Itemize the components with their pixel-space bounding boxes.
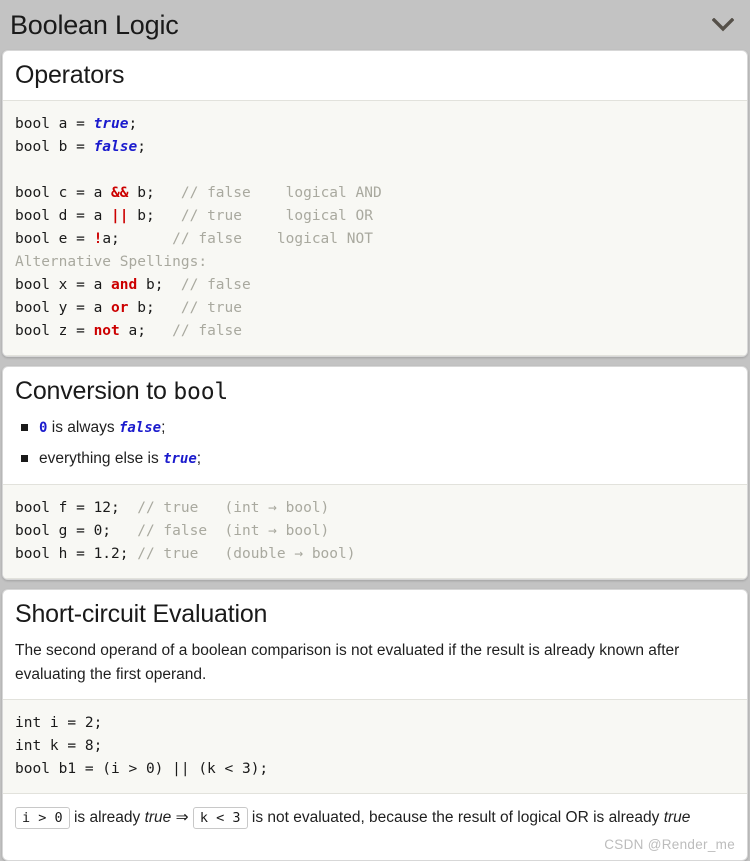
code-token: Alternative Spellings:	[15, 253, 208, 270]
note-italic-2: true	[663, 808, 691, 826]
code-token: b;	[128, 184, 181, 201]
cards-container: Operators bool a = true; bool b = false;…	[0, 50, 750, 861]
code-token: int k = 8;	[15, 737, 103, 754]
note-text-2: is not evaluated, because the result of …	[247, 808, 664, 826]
card-title-conversion: Conversion to bool	[3, 367, 747, 416]
code-token: // true (double → bool)	[137, 546, 356, 562]
code-token: // false (int → bool)	[137, 523, 330, 539]
code-token: // true (int → bool)	[137, 500, 330, 516]
keyword-literal: true	[163, 450, 197, 467]
code-token: !	[93, 230, 103, 247]
card-title-short-circuit: Short-circuit Evaluation	[15, 600, 268, 628]
list-item: everything else is true;	[19, 447, 735, 470]
code-token: // true	[180, 299, 242, 316]
code-token: true	[93, 115, 129, 132]
code-token: bool c = a	[15, 184, 112, 201]
page-header: Boolean Logic	[0, 0, 750, 50]
bullet-text: everything else is	[39, 449, 164, 467]
code-token: false	[93, 138, 138, 155]
code-token: // false logical AND	[180, 184, 382, 201]
bullet-text: ;	[196, 449, 202, 467]
code-token: a;	[119, 322, 173, 339]
code-token: bool h = 1.2;	[15, 546, 138, 562]
code-token: // false	[180, 276, 251, 293]
page-root: Boolean Logic Operators bool a = true; b…	[0, 0, 750, 861]
code-token: bool d = a	[15, 207, 112, 224]
card-title-conversion-text: Conversion to	[15, 376, 174, 405]
code-token: bool y = a	[15, 299, 112, 316]
card-operators: Operators bool a = true; bool b = false;…	[2, 50, 748, 357]
note-italic-1: true	[144, 808, 172, 826]
code-block-conversion: bool f = 12; // true (int → bool) bool g…	[3, 484, 747, 579]
code-token: bool a =	[15, 115, 94, 132]
bullet-text: ;	[161, 418, 166, 436]
list-item: 0 is always false;	[19, 416, 735, 439]
code-token: and	[111, 276, 138, 293]
code-token: // false	[172, 322, 243, 339]
note-text-1: is already	[69, 808, 145, 826]
keyword-literal: false	[118, 419, 162, 436]
conversion-bullet-list: 0 is always false; everything else is tru…	[3, 416, 747, 485]
code-token: bool x = a	[15, 276, 112, 293]
code-token: bool b =	[15, 138, 94, 155]
code-block-short-circuit: int i = 2; int k = 8; bool b1 = (i > 0) …	[3, 698, 747, 794]
card-conversion-to-bool: Conversion to bool 0 is always false; eve…	[2, 365, 748, 580]
code-block-operators: bool a = true; bool b = false; bool c = …	[3, 99, 747, 356]
code-token: not	[93, 322, 120, 339]
code-token: bool f = 12;	[15, 500, 138, 516]
code-token: // false logical NOT	[172, 230, 373, 247]
code-token: b;	[128, 207, 181, 224]
code-token: int i = 2;	[15, 714, 103, 731]
code-token: ;	[137, 138, 146, 155]
code-token: bool e =	[15, 230, 94, 247]
code-token: bool z =	[15, 322, 94, 339]
inline-code-second-operand: k < 3	[192, 806, 248, 829]
code-token: b;	[137, 276, 181, 293]
card-short-circuit: Short-circuit Evaluation The second oper…	[2, 589, 748, 861]
page-title: Boolean Logic	[10, 9, 179, 40]
code-token: b;	[128, 299, 181, 316]
code-token: a;	[102, 230, 173, 247]
bullet-text: is always	[47, 418, 119, 436]
code-token: ||	[111, 207, 129, 224]
code-token: or	[111, 299, 129, 316]
code-token: ;	[128, 115, 138, 132]
note-arrow: ⇒	[171, 808, 193, 826]
code-token: bool b1 = (i > 0) || (k < 3);	[15, 760, 269, 777]
code-token: &&	[111, 184, 129, 201]
card-title-operators: Operators	[15, 61, 125, 89]
card-title-conversion-mono: bool	[173, 378, 228, 405]
short-circuit-paragraph: The second operand of a boolean comparis…	[15, 641, 680, 683]
short-circuit-note: i > 0 is already true ⇒ k < 3 is not eva…	[3, 794, 747, 835]
chevron-down-icon[interactable]	[710, 12, 736, 38]
inline-code-first-operand: i > 0	[15, 806, 70, 829]
code-token: bool g = 0;	[15, 523, 138, 539]
watermark: CSDN @Render_me	[604, 836, 735, 852]
code-token: // true logical OR	[180, 207, 373, 224]
